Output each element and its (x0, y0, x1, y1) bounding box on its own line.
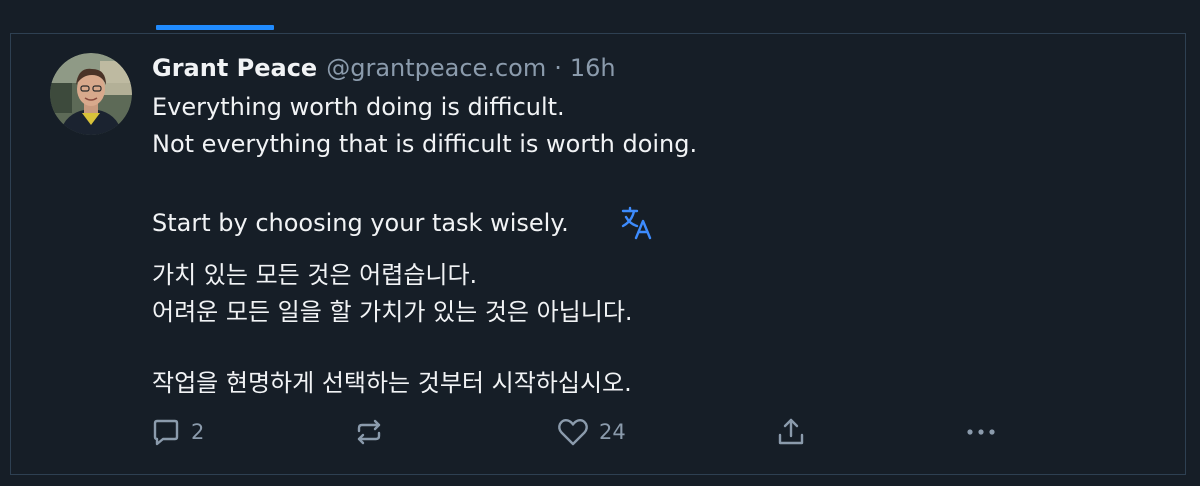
share-button[interactable] (775, 414, 807, 450)
post-timestamp[interactable]: 16h (570, 54, 616, 82)
share-icon (778, 418, 804, 445)
like-button[interactable]: 24 (556, 414, 626, 450)
heart-icon (558, 418, 588, 446)
translated-text-line: 작업을 현명하게 선택하는 것부터 시작하십시오. (152, 369, 632, 397)
post-text-line: Everything worth doing is difficult. (152, 93, 565, 121)
post-text-line: Start by choosing your task wisely. (152, 209, 569, 237)
post-header: Grant Peace @grantpeace.com · 16h (152, 54, 616, 86)
translated-text-line: 어려운 모든 일을 할 가치가 있는 것은 아닙니다. (152, 298, 633, 326)
translate-icon[interactable] (620, 205, 654, 241)
reply-button[interactable]: 2 (150, 414, 204, 450)
header-separator: · (554, 54, 562, 82)
active-tab-indicator (156, 25, 274, 30)
reply-icon (153, 419, 179, 446)
more-options-button[interactable] (963, 414, 999, 450)
avatar-photo-icon (50, 53, 132, 135)
author-handle[interactable]: @grantpeace.com (326, 54, 546, 82)
like-count: 24 (599, 420, 626, 444)
translated-text-line: 가치 있는 모든 것은 어렵습니다. (152, 261, 478, 289)
reply-count: 2 (191, 420, 205, 444)
post-text-line: Not everything that is difficult is wort… (152, 130, 698, 158)
repost-button[interactable] (353, 414, 394, 450)
repost-icon (357, 419, 381, 445)
avatar[interactable] (50, 53, 132, 135)
author-display-name[interactable]: Grant Peace (152, 54, 317, 82)
more-options-icon (967, 429, 995, 435)
